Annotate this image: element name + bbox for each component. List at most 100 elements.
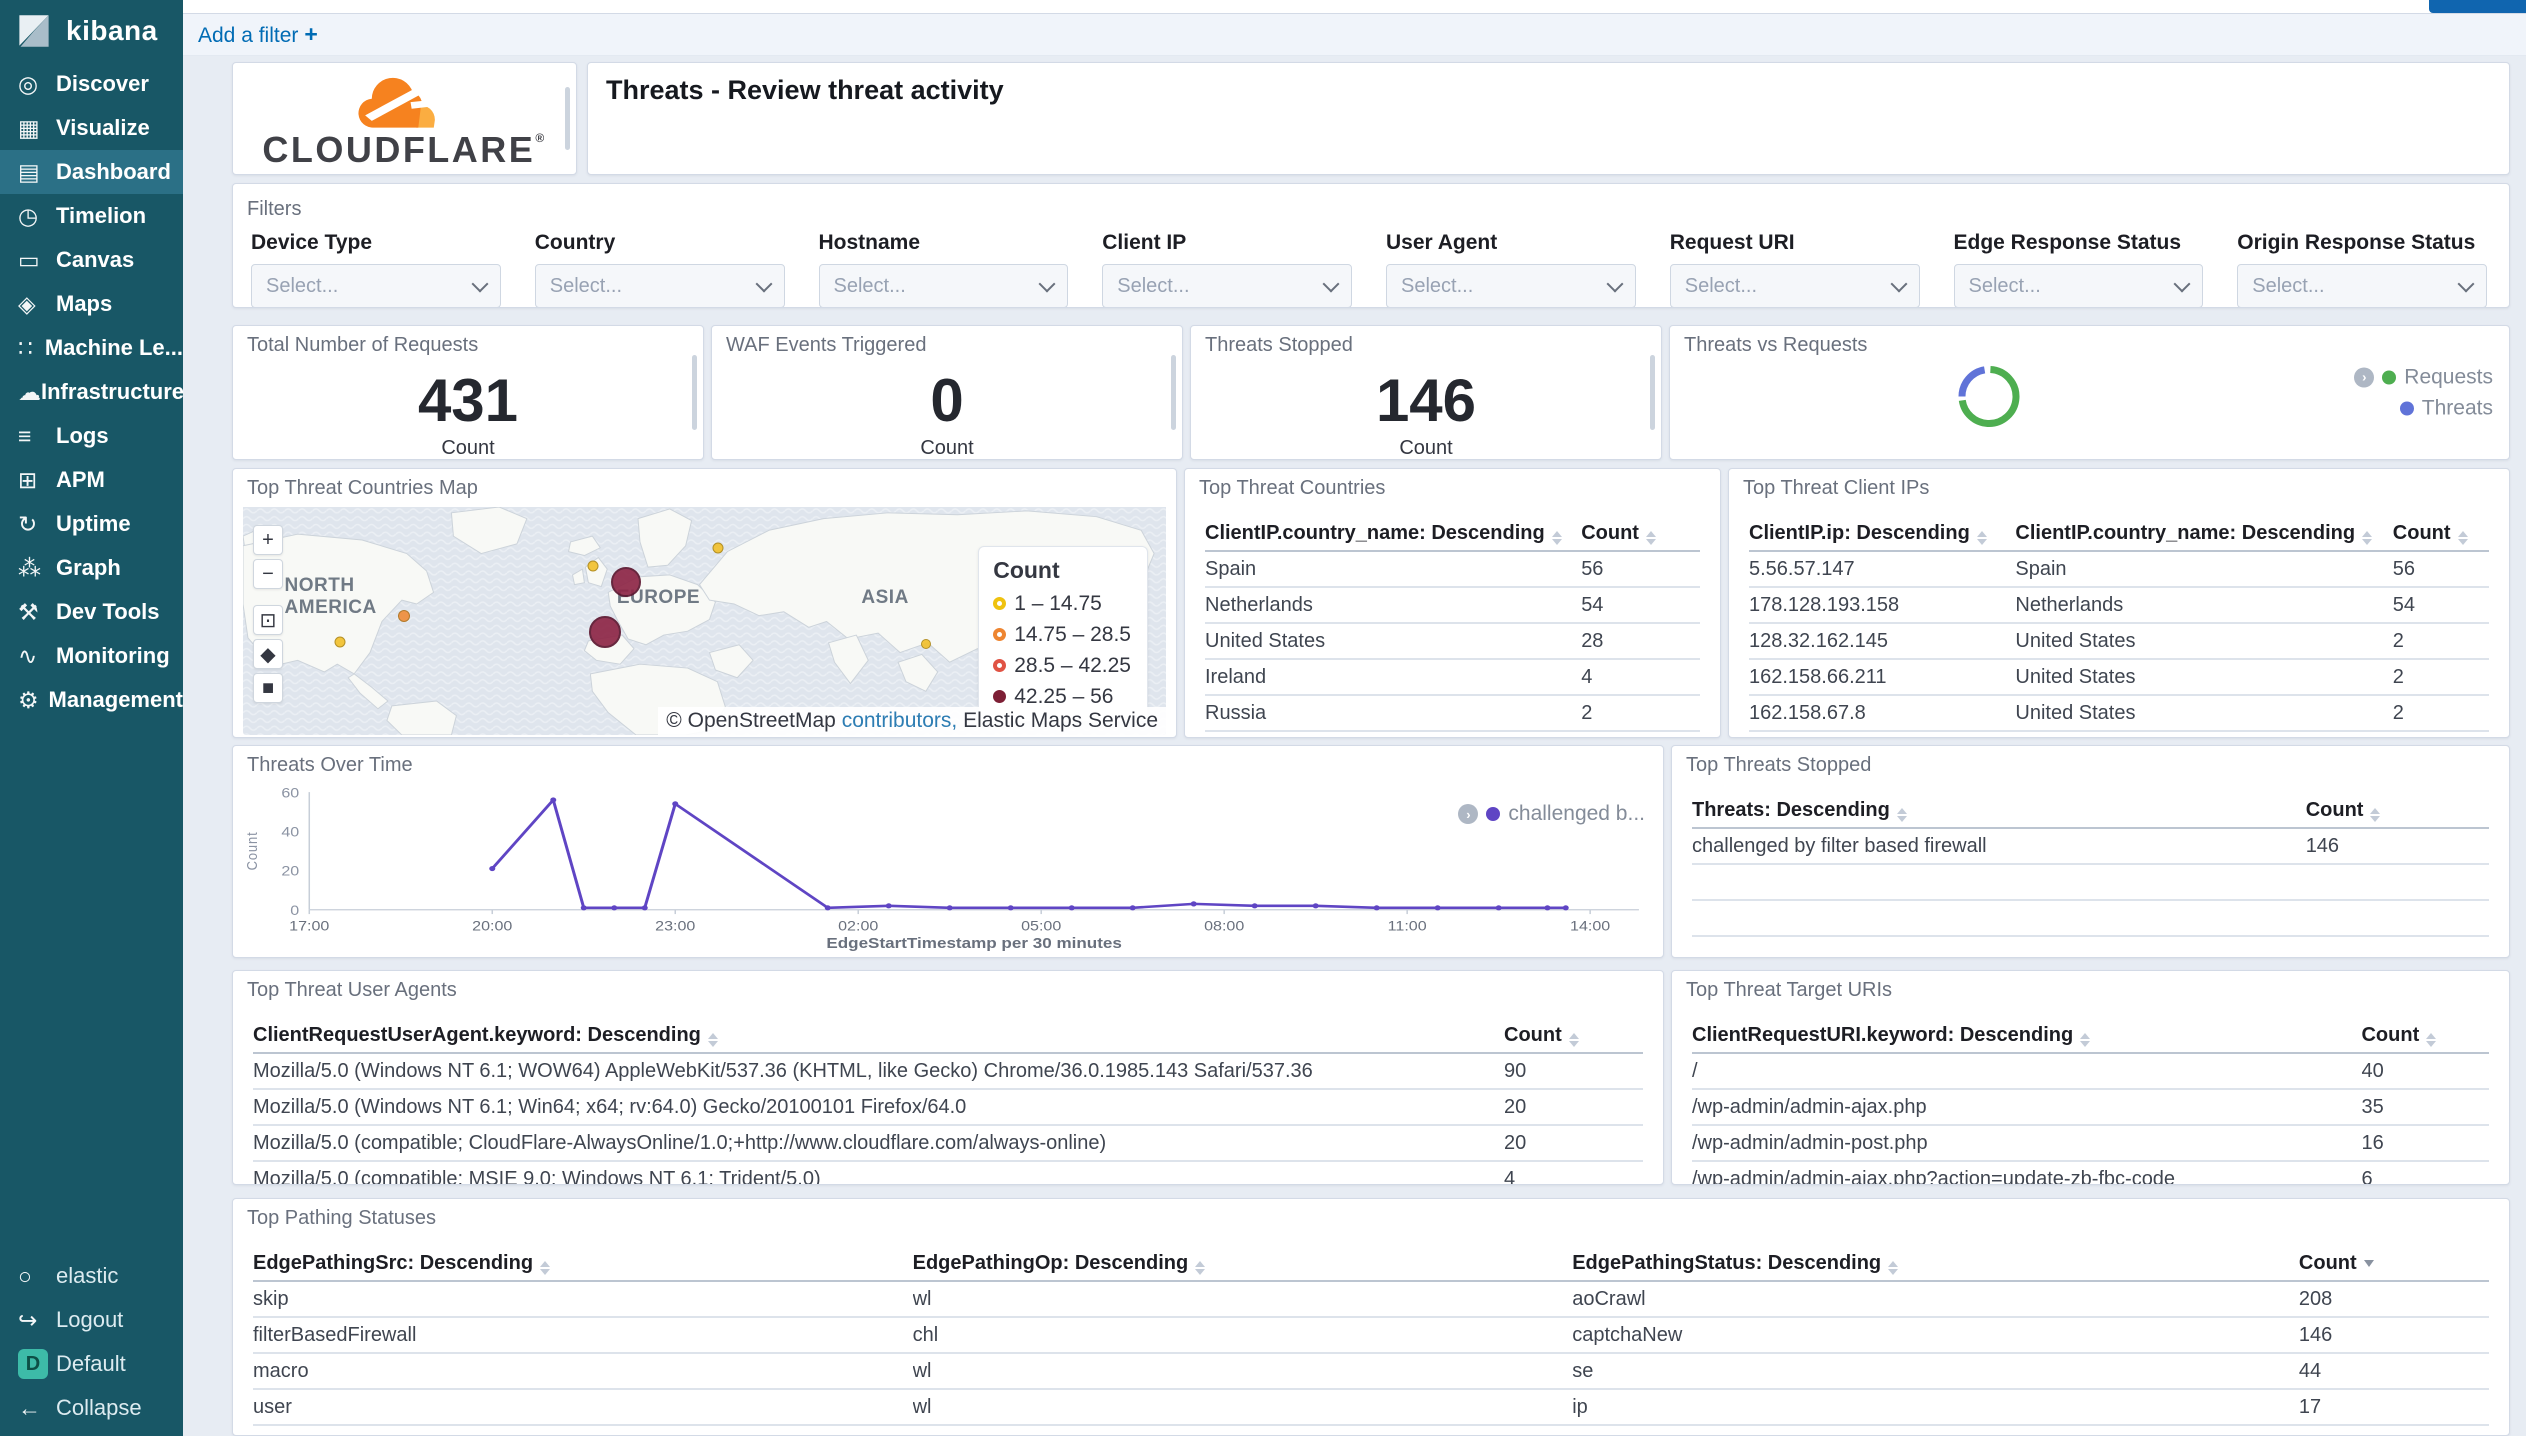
rectangle-tool-button[interactable]: ■ — [253, 673, 283, 703]
filter-select-edge-response-status[interactable]: Select... — [1953, 264, 2204, 307]
legend-collapse-icon[interactable]: › — [2354, 367, 2375, 387]
sidebar-item-graph[interactable]: ⁂ Graph — [0, 546, 183, 590]
zoom-out-button[interactable]: − — [253, 559, 283, 589]
sidebar-item-machine-le[interactable]: ∷ Machine Le... — [0, 326, 183, 370]
table-cell: United States — [2015, 695, 2393, 732]
map-legend-dot — [993, 690, 1007, 704]
map-label-north-america: NORTH AMERICA — [284, 575, 377, 619]
sidebar-item-elastic[interactable]: ○ elastic — [0, 1254, 183, 1298]
scrollbar[interactable] — [1650, 355, 1655, 430]
canvas-icon: ▭ — [18, 246, 40, 273]
sort-icon[interactable] — [1195, 1261, 1206, 1275]
sort-icon[interactable] — [2457, 531, 2468, 545]
sidebar-item-dev-tools[interactable]: ⚒ Dev Tools — [0, 590, 183, 634]
column-header-count[interactable]: Count — [2305, 793, 2489, 829]
legend-item-requests[interactable]: › Requests — [2354, 365, 2493, 389]
column-header-count[interactable]: Count — [2361, 1018, 2489, 1054]
panel-title: Top Threat Countries Map — [247, 477, 478, 499]
table-cell — [2305, 900, 2489, 937]
sort-icon[interactable] — [1976, 531, 1987, 545]
column-header-clientip-ip-descending[interactable]: ClientIP.ip: Descending — [1749, 516, 2016, 552]
sidebar-item-dashboard[interactable]: ▤ Dashboard — [0, 150, 183, 194]
timelion-clock-icon: ◷ — [18, 202, 39, 229]
table-cell: 146 — [2298, 1317, 2489, 1354]
kibana-logo[interactable]: kibana — [0, 0, 183, 62]
visualize-chart-icon: ▦ — [18, 114, 40, 141]
filter-select-origin-response-status[interactable]: Select... — [2237, 264, 2487, 307]
column-header-edgepathingstatus-descending[interactable]: EdgePathingStatus: Descending — [1572, 1246, 2299, 1282]
column-header-clientrequestuseragent-keyword-descending[interactable]: ClientRequestUserAgent.keyword: Descendi… — [253, 1018, 1504, 1054]
filter-select-client-ip[interactable]: Select... — [1102, 264, 1352, 307]
sort-icon[interactable] — [1888, 1261, 1899, 1275]
sidebar-item-visualize[interactable]: ▦ Visualize — [0, 106, 183, 150]
select-placeholder: Select... — [1968, 274, 2041, 297]
column-header-count[interactable]: Count — [1504, 1018, 1643, 1054]
column-header-count[interactable]: Count — [2298, 1246, 2489, 1282]
sidebar-item-collapse[interactable]: ← Collapse — [0, 1386, 183, 1430]
column-header-clientip-country-name-descending[interactable]: ClientIP.country_name: Descending — [1205, 516, 1582, 552]
map-controls: + − ⊡ ◆ ■ — [253, 525, 283, 703]
column-header-count[interactable]: Count — [2392, 516, 2489, 552]
column-header-edgepathingop-descending[interactable]: EdgePathingOp: Descending — [912, 1246, 1573, 1282]
map-dot — [587, 560, 599, 572]
update-button-fragment[interactable] — [2429, 0, 2526, 13]
legend-item-challenged-by-filter-based-firewall[interactable]: › challenged b... — [1458, 802, 1645, 826]
column-header-clientip-country-name-descending[interactable]: ClientIP.country_name: Descending — [2015, 516, 2393, 552]
table-cell: Russia — [1205, 695, 1582, 732]
sort-icon[interactable] — [1568, 1033, 1579, 1047]
sort-icon[interactable] — [707, 1033, 718, 1047]
column-header-count[interactable]: Count — [1581, 516, 1700, 552]
sort-icon[interactable] — [1896, 808, 1907, 822]
sort-icon[interactable] — [1645, 531, 1656, 545]
world-map[interactable]: NORTH AMERICA EUROPE ASIA + − ⊡ ◆ ■ Count 1 – … — [243, 507, 1166, 735]
filter-select-user-agent[interactable]: Select... — [1386, 264, 1636, 307]
dashboard-icon: ▤ — [18, 158, 40, 185]
polygon-tool-button[interactable]: ◆ — [253, 639, 283, 669]
filter-select-request-uri[interactable]: Select... — [1669, 264, 1920, 307]
sidebar-item-apm[interactable]: ⊞ APM — [0, 458, 183, 502]
table-cell: / — [1692, 1053, 2362, 1090]
filter-select-hostname[interactable]: Select... — [818, 264, 1069, 307]
filter-select-country[interactable]: Select... — [534, 264, 785, 307]
monitoring-heartbeat-icon: ∿ — [18, 642, 38, 669]
sidebar-item-logs[interactable]: ≡ Logs — [0, 414, 183, 458]
user-avatar-icon: ○ — [18, 1262, 32, 1289]
sidebar-item-label: elastic — [56, 1263, 119, 1288]
sidebar-item-management[interactable]: ⚙ Management — [0, 678, 183, 722]
sidebar-item-infrastructure[interactable]: ☁ Infrastructure — [0, 370, 184, 414]
scrollbar[interactable] — [692, 355, 697, 430]
top-threat-client-ips-table: ClientIP.ip: Descending ClientIP.country_… — [1729, 516, 2509, 732]
filter-bar: Add a filter + — [183, 13, 2526, 56]
sidebar-item-default[interactable]: D Default — [0, 1342, 183, 1386]
table-cell: 146 — [2305, 828, 2489, 865]
column-header-edgepathingsrc-descending[interactable]: EdgePathingSrc: Descending — [253, 1246, 913, 1282]
select-placeholder: Select... — [1684, 274, 1758, 297]
sidebar-item-timelion[interactable]: ◷ Timelion — [0, 194, 183, 238]
scrollbar[interactable] — [565, 87, 570, 150]
sidebar-item-uptime[interactable]: ↻ Uptime — [0, 502, 183, 546]
sidebar-item-maps[interactable]: ◈ Maps — [0, 282, 183, 326]
attribution-link[interactable]: contributors, — [842, 709, 958, 732]
filter-select-device-type[interactable]: Select... — [251, 264, 501, 307]
sidebar-item-canvas[interactable]: ▭ Canvas — [0, 238, 183, 282]
column-header-clientrequesturi-keyword-descending[interactable]: ClientRequestURI.keyword: Descending — [1692, 1018, 2362, 1054]
table-cell — [1692, 864, 2306, 901]
sidebar-item-label: Logout — [56, 1307, 124, 1332]
crop-tool-button[interactable]: ⊡ — [253, 605, 283, 635]
sort-icon[interactable] — [2426, 1033, 2437, 1047]
sidebar-item-discover[interactable]: ◎ Discover — [0, 62, 183, 106]
sort-icon[interactable] — [2363, 1260, 2374, 1267]
sort-icon[interactable] — [540, 1261, 551, 1275]
sidebar-item-monitoring[interactable]: ∿ Monitoring — [0, 634, 183, 678]
sort-icon[interactable] — [1551, 531, 1562, 545]
sort-icon[interactable] — [2362, 531, 2373, 545]
legend-item-threats[interactable]: Threats — [2354, 396, 2493, 420]
column-header-threats-descending[interactable]: Threats: Descending — [1692, 793, 2306, 829]
zoom-in-button[interactable]: + — [253, 525, 283, 555]
sort-icon[interactable] — [2080, 1033, 2091, 1047]
sort-icon[interactable] — [2370, 808, 2381, 822]
add-filter-link[interactable]: Add a filter + — [198, 21, 318, 48]
scrollbar[interactable] — [1171, 355, 1176, 430]
sidebar-item-logout[interactable]: ↪ Logout — [0, 1298, 183, 1342]
legend-collapse-icon[interactable]: › — [1458, 804, 1479, 824]
